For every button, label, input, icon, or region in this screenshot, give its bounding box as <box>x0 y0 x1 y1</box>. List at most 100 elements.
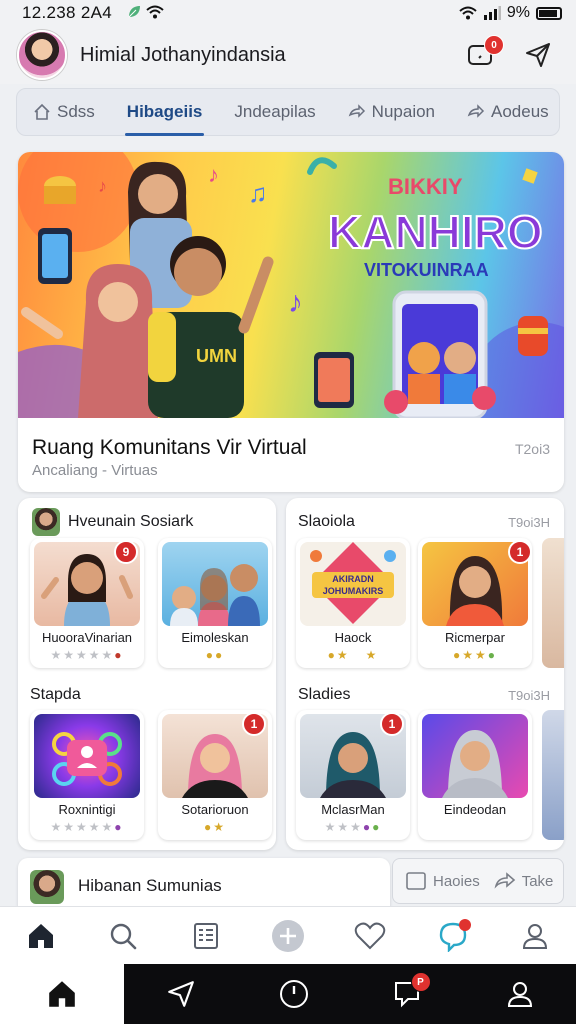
square-icon <box>406 872 426 890</box>
tab-aodeus[interactable]: Aodeus <box>451 88 565 136</box>
featured-card[interactable]: ♪ ♫ ♪ ♪ UMN BIKKIY KANHIRO VITOKUINRAA R… <box>18 152 564 492</box>
tile-badge: 1 <box>508 540 532 564</box>
haoies-button[interactable]: Haoies <box>405 870 480 892</box>
banner-sub-text: VITOKUINRAA <box>364 260 489 280</box>
tab-bar: Sdss Hibageiis Jndeapilas Nupaion Aodeus <box>16 88 560 136</box>
wifi-icon <box>459 6 477 20</box>
nav-profile[interactable] <box>513 914 557 958</box>
take-button[interactable]: Take <box>494 870 554 892</box>
community-tile[interactable]: 1 MclasrMan ★★★●● <box>296 710 410 840</box>
battery-icon <box>536 6 562 20</box>
tile-rating: ★★★●● <box>324 820 382 834</box>
signal-icon <box>483 6 501 20</box>
tab-sdss[interactable]: Sdss <box>17 88 111 136</box>
status-bar: 12.238 2A4 9% <box>0 0 576 26</box>
section-title: Stapda <box>30 686 81 703</box>
nav-home[interactable] <box>19 914 63 958</box>
share-icon <box>494 872 515 889</box>
tile-peek[interactable] <box>542 538 564 668</box>
tile-badge: 1 <box>380 712 404 736</box>
community-tile[interactable]: AKIRADN JOHUMAKIRS Haock ●★ ★ <box>296 538 410 668</box>
nav-add[interactable] <box>266 914 310 958</box>
nav-feed[interactable] <box>184 914 228 958</box>
share-icon <box>348 104 365 118</box>
app-header: Himial Jothanyindansia 0 <box>0 26 576 84</box>
community-tile[interactable]: Roxnintigi ★★★★★● <box>30 710 144 840</box>
tab-label: Nupaion <box>371 102 435 121</box>
action-bar: Haoies Take <box>392 858 564 904</box>
tile-image: AKIRADN JOHUMAKIRS <box>300 542 406 626</box>
svg-text:♪: ♪ <box>208 162 219 187</box>
tile-rating: ★★★★★● <box>50 820 124 834</box>
section-meta: T9oi3H <box>508 688 550 703</box>
home-icon <box>34 103 50 120</box>
wifi-icon <box>146 5 164 19</box>
tile-name: Eimoleskan <box>181 630 249 645</box>
home-icon <box>29 923 54 948</box>
banner-illustration: ♪ ♫ ♪ ♪ UMN BIKKIY KANHIRO VITOKUINRAA <box>18 152 564 462</box>
tile-rating: ★★★★★● <box>50 648 124 662</box>
tile-rating: ●★ ★ <box>327 648 379 662</box>
tab-nupaion[interactable]: Nupaion <box>332 88 451 136</box>
community-tile[interactable]: 1 Sotarioruon ●★ <box>158 710 272 840</box>
nav2-send[interactable] <box>159 972 203 1016</box>
tile-image <box>34 714 140 798</box>
tile-rating: ●● <box>205 648 225 662</box>
community-tile[interactable]: Eindeodan <box>418 710 532 840</box>
action-label: Take <box>521 872 554 890</box>
notifications-button[interactable]: 0 <box>464 35 504 71</box>
secondary-nav: P <box>0 964 576 1024</box>
plus-circle-icon <box>271 919 304 952</box>
primary-nav <box>0 906 576 964</box>
section-title: Sladies <box>298 686 351 703</box>
nav-chat[interactable] <box>431 914 475 958</box>
tile-name: HuooraVinarian <box>41 630 133 645</box>
status-time: 12.238 2A4 <box>22 3 112 22</box>
nav-search[interactable] <box>101 914 145 958</box>
hero-banner-image: ♪ ♫ ♪ ♪ UMN BIKKIY KANHIRO VITOKUINRAA <box>18 152 564 462</box>
tile-peek[interactable] <box>542 710 564 840</box>
tile-rating: ●★ <box>203 820 226 834</box>
tile-image <box>162 542 268 626</box>
tab-label: Aodeus <box>491 102 549 121</box>
send-button[interactable] <box>522 39 554 71</box>
community-tile[interactable]: 9 HuooraVinarian ★★★★★● <box>30 538 144 668</box>
tile-name: Roxnintigi <box>58 802 116 817</box>
section-title: Slaoiola <box>298 513 355 530</box>
search-icon <box>111 923 137 949</box>
document-list-icon <box>193 922 218 949</box>
tab-jndeapilas[interactable]: Jndeapilas <box>218 88 331 136</box>
community-tile[interactable]: 1 Ricmerpar ●★★● <box>418 538 532 668</box>
tab-hibageiis[interactable]: Hibageiis <box>111 88 219 136</box>
svg-text:♪: ♪ <box>288 286 303 319</box>
community-row[interactable]: Hibanan Sumunias <box>18 858 390 908</box>
nav2-profile[interactable] <box>498 972 542 1016</box>
share-icon <box>467 104 485 118</box>
tab-label: Hibageiis <box>126 102 203 121</box>
banner-title-text: KANHIRO <box>328 206 543 258</box>
community-tile[interactable]: Eimoleskan ●● <box>158 538 272 668</box>
nav-likes[interactable] <box>348 914 392 958</box>
section-title: Hveunain Sosiark <box>68 513 194 530</box>
svg-text:♫: ♫ <box>248 178 268 208</box>
profile-avatar[interactable] <box>17 30 67 80</box>
home-icon <box>49 981 75 1007</box>
tab-label: Jndeapilas <box>234 102 316 121</box>
chat-badge: P <box>410 972 431 992</box>
nav2-chat[interactable]: P <box>385 972 431 1016</box>
featured-meta: T2oi3 <box>514 441 550 457</box>
tile-name: Haock <box>334 630 372 645</box>
leaf-icon <box>128 6 140 18</box>
section-card-right: Slaoiola T9oi3H AKIRADN JOHUMAKIRS Haock … <box>286 498 564 850</box>
heart-icon <box>355 922 386 949</box>
row-avatar <box>30 870 64 904</box>
nav2-home[interactable] <box>0 964 124 1024</box>
nav2-timer[interactable] <box>272 972 316 1016</box>
tile-rating: ●★★● <box>452 648 497 662</box>
tile-art-text: JOHUMAKIRS <box>323 586 384 596</box>
tab-label: Sdss <box>57 102 95 121</box>
banner-top-text: BIKKIY <box>388 174 463 199</box>
chat-dot-badge <box>458 918 471 931</box>
tile-name: Eindeodan <box>443 802 507 817</box>
svg-text:♪: ♪ <box>98 176 107 196</box>
